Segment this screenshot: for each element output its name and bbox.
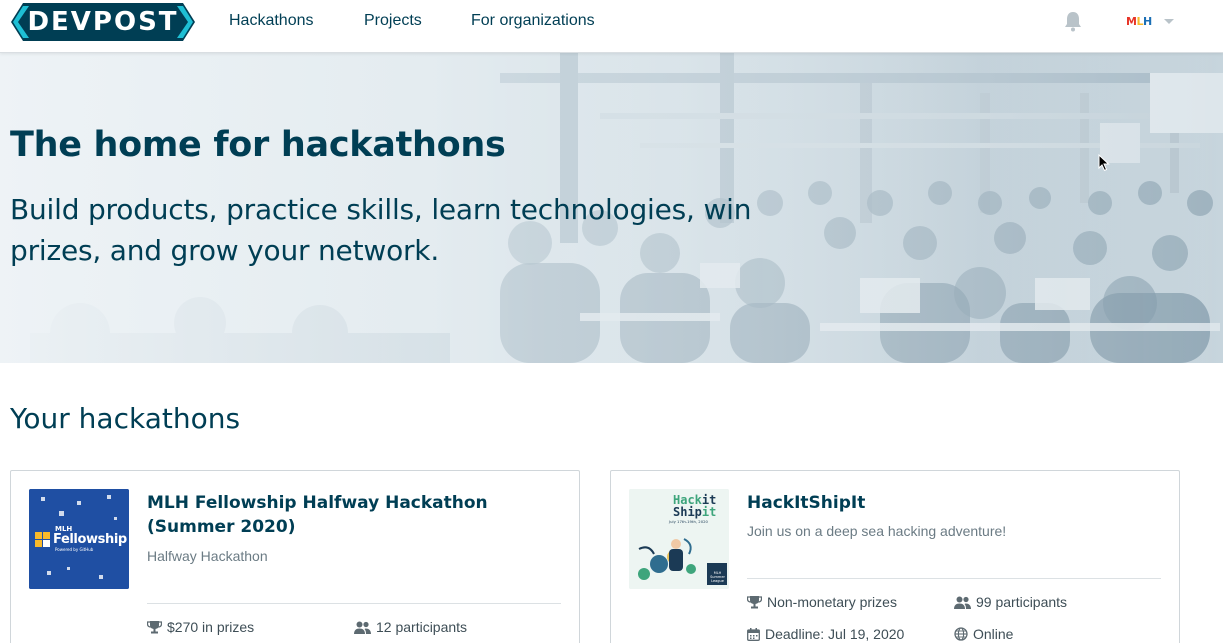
users-icon — [354, 621, 371, 634]
deadline-text: Deadline: Jul 19, 2020 — [765, 626, 905, 642]
participants-text: 12 participants — [376, 619, 468, 635]
thumb-date: July 17th-19th, 2020 — [669, 519, 708, 524]
participants-meta: 99 participants — [954, 594, 1067, 610]
calendar-icon — [747, 627, 760, 641]
divider — [147, 603, 561, 604]
nav-for-organizations[interactable]: For organizations — [471, 12, 595, 30]
thumb-line2: Fellowship — [53, 532, 127, 547]
nav-hackathons[interactable]: Hackathons — [229, 12, 314, 30]
hackathon-title[interactable]: MLH Fellowship Halfway Hackathon (Summer… — [147, 491, 547, 539]
trophy-icon — [747, 596, 762, 609]
participants-meta: 12 participants — [354, 619, 467, 635]
hackathon-tagline: Halfway Hackathon — [147, 548, 268, 564]
location-meta: Online — [954, 626, 1013, 642]
location-text: Online — [973, 626, 1014, 642]
hackathon-title[interactable]: HackItShipIt — [747, 491, 1147, 515]
hackathon-card[interactable]: Hackit Shipit July 17th-19th, 2020 MLH S… — [610, 470, 1180, 643]
notifications-bell-icon[interactable] — [1062, 10, 1084, 32]
hackathon-card[interactable]: MLH Fellowship Powered by GitHub MLH Fel… — [10, 470, 580, 643]
top-navigation-bar: DEVPOST Hackathons Projects For organiza… — [0, 0, 1223, 53]
thumb-line3: Powered by GitHub — [55, 547, 94, 552]
users-icon — [954, 596, 971, 609]
nav-projects[interactable]: Projects — [364, 12, 422, 30]
prizes-text: Non-monetary prizes — [767, 594, 897, 610]
globe-icon — [954, 627, 968, 641]
user-menu[interactable]: MLH — [1126, 11, 1174, 31]
hackathon-thumbnail[interactable]: Hackit Shipit July 17th-19th, 2020 MLH S… — [629, 489, 729, 589]
prizes-text: $270 in prizes — [167, 619, 255, 635]
prizes-meta: $270 in prizes — [147, 619, 254, 635]
prizes-meta: Non-monetary prizes — [747, 594, 897, 610]
thumb-badge: MLH Summer League — [710, 571, 725, 583]
hero-title: The home for hackathons — [10, 125, 506, 165]
hackathon-thumbnail[interactable]: MLH Fellowship Powered by GitHub — [29, 489, 129, 589]
logo-text: DEVPOST — [27, 7, 179, 37]
deadline-meta: Deadline: Jul 19, 2020 — [747, 626, 904, 642]
devpost-logo[interactable]: DEVPOST — [11, 3, 195, 41]
trophy-icon — [147, 621, 162, 634]
participants-text: 99 participants — [976, 594, 1068, 610]
hero-subtitle: Build products, practice skills, learn t… — [10, 193, 752, 267]
mouse-cursor-icon — [1098, 154, 1110, 172]
divider — [747, 578, 1161, 579]
hero-banner: The home for hackathons Build products, … — [0, 53, 1223, 363]
thumb-line2: Shipit — [673, 505, 717, 519]
section-title: Your hackathons — [10, 402, 241, 435]
hackathon-tagline: Join us on a deep sea hacking adventure! — [747, 523, 1007, 539]
user-avatar: MLH — [1126, 14, 1152, 28]
chevron-down-icon — [1163, 18, 1174, 24]
